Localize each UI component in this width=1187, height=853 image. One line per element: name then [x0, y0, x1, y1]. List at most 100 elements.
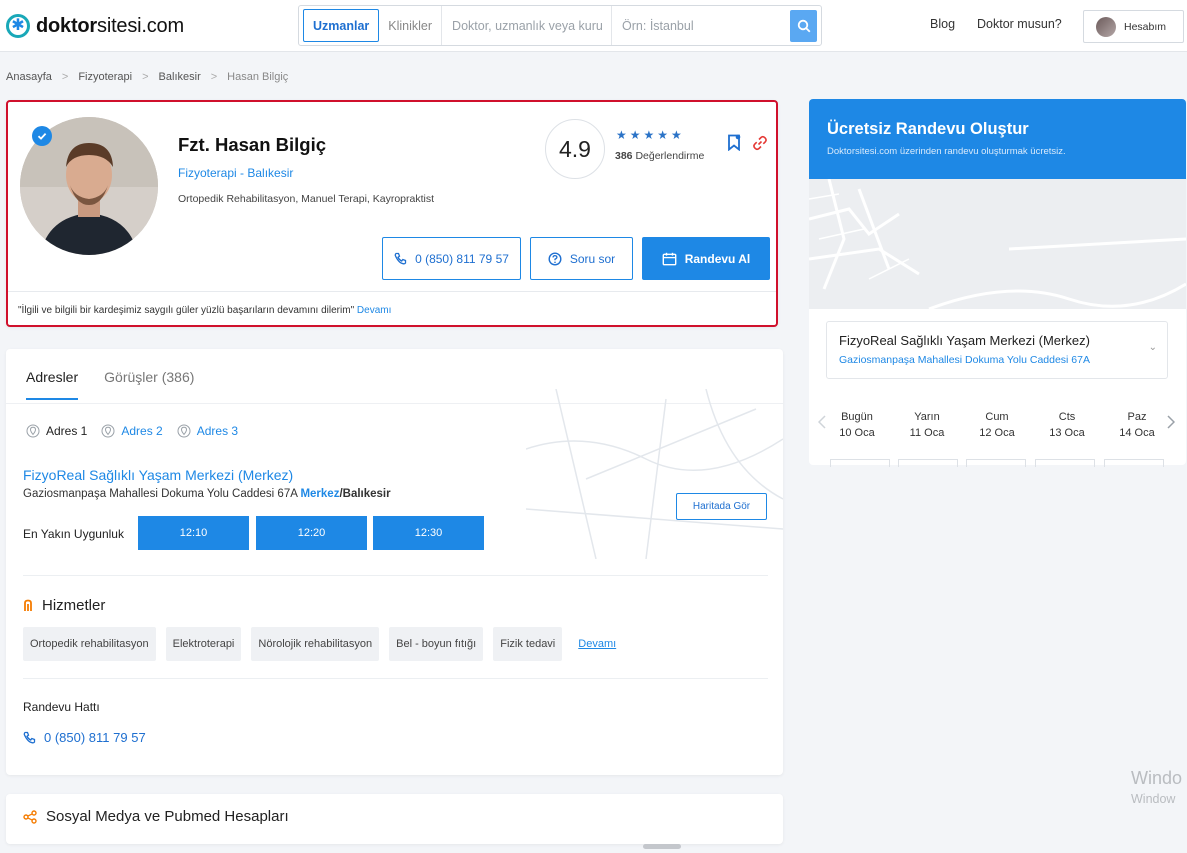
- search-icon: [797, 19, 810, 33]
- services-icon: [24, 599, 32, 611]
- address-tab-3-label: Adres 3: [196, 424, 239, 438]
- logo-icon: ✱: [6, 14, 30, 38]
- profile-tabs: Adresler Görüşler (386): [26, 369, 194, 400]
- share-link-icon[interactable]: [752, 135, 768, 154]
- time-slot-button[interactable]: 12:20: [256, 516, 367, 550]
- phone-icon: [394, 252, 407, 265]
- search-tab-specialists[interactable]: Uzmanlar: [303, 9, 380, 42]
- clinic-map[interactable]: [809, 178, 1186, 311]
- date-option[interactable]: Paz 14 Oca: [1113, 409, 1161, 441]
- date-picker-row: Bugün 10 Oca Yarın 11 Oca Cum 12 Oca Cts 13 …: [809, 397, 1186, 465]
- social-heading: Sosyal Medya ve Pubmed Hesapları: [23, 808, 289, 825]
- sidebar-header: Ücretsiz Randevu Oluştur Doktorsitesi.co…: [809, 99, 1186, 179]
- phone-button[interactable]: 0 (850) 811 79 57: [382, 237, 521, 280]
- time-slot-button[interactable]: 12:30: [373, 516, 484, 550]
- service-chip[interactable]: Ortopedik rehabilitasyon: [23, 627, 156, 661]
- location-input[interactable]: Örn: İstanbul: [612, 6, 704, 45]
- tab-reviews[interactable]: Görüşler (386): [104, 369, 194, 400]
- chevron-left-icon[interactable]: [818, 415, 826, 429]
- breadcrumb-city[interactable]: Balıkesir: [159, 71, 201, 83]
- ask-question-button[interactable]: Soru sor: [530, 237, 633, 280]
- profile-details-card: Adresler Görüşler (386) Adres 1 Adres 2 …: [6, 349, 783, 775]
- clinic-select[interactable]: FizyoReal Sağlıklı Yaşam Merkezi (Merkez…: [826, 321, 1168, 379]
- time-slot-column: [1104, 459, 1164, 467]
- search-button[interactable]: [790, 10, 817, 42]
- top-header: ✱ doktorsitesi.com Uzmanlar Klinikler Do…: [0, 0, 1187, 52]
- search-tab-clinics[interactable]: Klinikler: [379, 6, 443, 45]
- review-count[interactable]: 386 Değerlendirme: [615, 150, 704, 162]
- clinic-address: Gaziosmanpaşa Mahallesi Dokuma Yolu Cadd…: [23, 488, 391, 500]
- social-media-card[interactable]: Sosyal Medya ve Pubmed Hesapları: [6, 794, 783, 844]
- review-quote-more-link[interactable]: Devamı: [357, 305, 391, 316]
- section-divider: [23, 575, 768, 576]
- service-chip[interactable]: Nörolojik rehabilitasyon: [251, 627, 380, 661]
- doctor-name: Fzt. Hasan Bilgiç: [178, 134, 327, 155]
- appointment-line-title: Randevu Hattı: [23, 700, 100, 714]
- breadcrumb-home[interactable]: Anasayfa: [6, 71, 52, 83]
- logo-text: doktorsitesi.com: [36, 14, 184, 37]
- address-tab-3[interactable]: Adres 3: [177, 424, 238, 438]
- service-chip[interactable]: Elektroterapi: [165, 627, 242, 661]
- site-logo[interactable]: ✱ doktorsitesi.com: [6, 12, 184, 40]
- scroll-indicator[interactable]: [643, 844, 681, 849]
- address-tab-2[interactable]: Adres 2: [101, 424, 163, 438]
- phone-button-label: 0 (850) 811 79 57: [415, 251, 509, 266]
- location-pin-icon: [26, 424, 40, 438]
- os-watermark-title: Windo: [1131, 768, 1183, 788]
- social-title: Sosyal Medya ve Pubmed Hesapları: [46, 808, 289, 825]
- time-slot-column: [966, 459, 1026, 467]
- time-slot-column: [1035, 459, 1095, 467]
- account-button[interactable]: Hesabım: [1083, 10, 1184, 43]
- avatar: [1096, 16, 1116, 37]
- sidebar-subtitle: Doktorsitesi.com üzerinden randevu oluşt…: [827, 146, 1066, 157]
- rating-score: 4.9: [545, 119, 605, 179]
- time-slot-column: [898, 459, 958, 467]
- calendar-icon: [662, 252, 677, 265]
- clinic-name-link[interactable]: FizyoReal Sağlıklı Yaşam Merkezi (Merkez…: [23, 467, 293, 483]
- bookmark-icon[interactable]: [727, 134, 741, 154]
- section-divider: [23, 678, 768, 679]
- clinic-select-name: FizyoReal Sağlıklı Yaşam Merkezi (Merkez…: [839, 333, 1090, 348]
- address-tabs: Adres 1 Adres 2 Adres 3: [26, 424, 238, 438]
- date-option[interactable]: Yarın 11 Oca: [903, 409, 951, 441]
- time-slot-button[interactable]: 12:10: [138, 516, 249, 550]
- clinic-street: Gaziosmanpaşa Mahallesi Dokuma Yolu Cadd…: [23, 488, 298, 500]
- clinic-district-link[interactable]: Merkez: [300, 488, 339, 500]
- clinic-city: /Balıkesir: [339, 488, 391, 500]
- review-quote-text: "İlgili ve bilgili bir kardeşimiz saygıl…: [18, 305, 355, 316]
- service-chip[interactable]: Fizik tedavi: [493, 627, 563, 661]
- service-chip[interactable]: Bel - boyun fıtığı: [389, 627, 484, 661]
- tab-addresses[interactable]: Adresler: [26, 369, 79, 400]
- os-watermark-subtitle: Window: [1131, 792, 1176, 806]
- doctor-specialty-link[interactable]: Fizyoterapi - Balıkesir: [178, 166, 293, 180]
- book-appointment-button[interactable]: Randevu Al: [642, 237, 770, 280]
- date-option[interactable]: Cts 13 Oca: [1043, 409, 1091, 441]
- chevron-down-icon: ⌄: [1148, 342, 1157, 353]
- nearest-availability-label: En Yakın Uygunluk: [23, 527, 124, 541]
- services-heading: Hizmetler: [23, 597, 105, 614]
- book-appointment-label: Randevu Al: [684, 251, 751, 266]
- show-on-map-button[interactable]: Haritada Gör: [676, 493, 767, 520]
- appointment-line-number: 0 (850) 811 79 57: [44, 730, 146, 745]
- services-more-link[interactable]: Devamı: [578, 638, 616, 650]
- share-icon: [23, 809, 37, 824]
- ask-question-label: Soru sor: [569, 251, 616, 266]
- address-tab-1[interactable]: Adres 1: [26, 424, 87, 438]
- clinic-select-address: Gaziosmanpaşa Mahallesi Dokuma Yolu Cadd…: [839, 354, 1090, 366]
- appointment-line-phone[interactable]: 0 (850) 811 79 57: [23, 730, 146, 745]
- breadcrumb-current: Hasan Bilgiç: [227, 71, 289, 83]
- chevron-right-icon[interactable]: [1167, 415, 1175, 429]
- date-option[interactable]: Bugün 10 Oca: [833, 409, 881, 441]
- rating-stars: ★★★★★: [616, 128, 685, 142]
- breadcrumb-separator: >: [142, 71, 149, 83]
- nav-blog[interactable]: Blog: [930, 17, 955, 31]
- nav-are-you-doctor[interactable]: Doktor musun?: [977, 17, 1062, 31]
- date-option[interactable]: Cum 12 Oca: [973, 409, 1021, 441]
- location-pin-icon: [177, 424, 191, 438]
- breadcrumb-separator: >: [210, 71, 218, 83]
- search-input[interactable]: Doktor, uzmanlık veya kuru: [442, 6, 613, 45]
- services-title: Hizmetler: [42, 597, 106, 614]
- question-icon: [548, 251, 562, 266]
- search-bar: Uzmanlar Klinikler Doktor, uzmanlık veya…: [298, 5, 822, 46]
- breadcrumb-physiotherapy[interactable]: Fizyoterapi: [78, 71, 132, 83]
